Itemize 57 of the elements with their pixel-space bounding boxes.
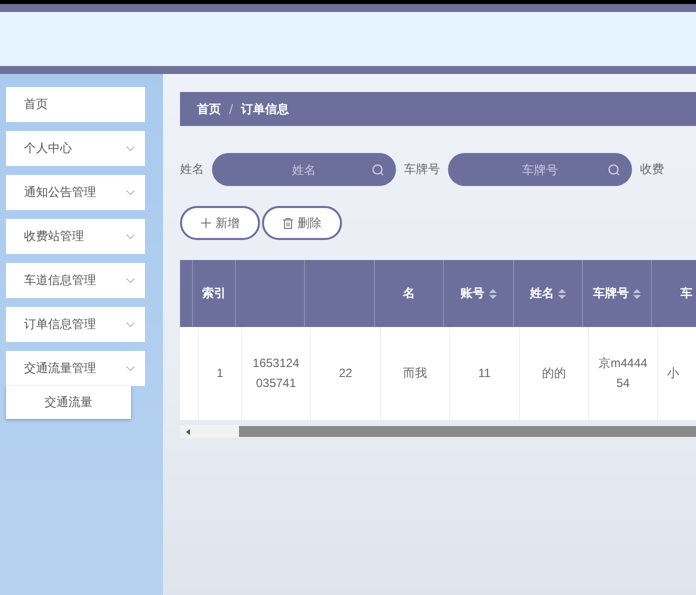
sort-icon[interactable] [633, 288, 641, 298]
submenu-item[interactable]: 交通流量 [6, 386, 131, 419]
scroll-left-icon[interactable] [186, 428, 190, 434]
add-button[interactable]: 新增 [180, 206, 260, 240]
chevron-down-icon [126, 278, 135, 283]
search-icon[interactable] [608, 164, 620, 176]
chevron-down-icon [126, 234, 135, 239]
header-label: 索引 [202, 285, 226, 302]
sidebar-label: 订单信息管理 [24, 316, 96, 333]
sidebar-label: 首页 [24, 96, 48, 113]
trash-icon [282, 218, 292, 228]
sidebar-item[interactable]: 交通流量管理 [6, 351, 145, 386]
header-label: 姓名 [530, 285, 554, 302]
sidebar-label: 交通流量管理 [24, 360, 96, 377]
sidebar-label: 车道信息管理 [24, 272, 96, 289]
table-cell: 而我 [381, 327, 450, 420]
sidebar-item[interactable]: 首页 [6, 87, 145, 122]
search-label: 收费 [640, 161, 664, 178]
header-label: 车牌号 [593, 285, 629, 302]
table-cell: 1 [199, 327, 242, 420]
chevron-down-icon [126, 366, 135, 371]
breadcrumb-separator: / [229, 102, 234, 116]
header-label: 名 [403, 285, 415, 302]
search-label: 车牌号 [404, 161, 440, 178]
table-cell: 京m444454 [589, 327, 658, 420]
table-cell: 的的 [520, 327, 589, 420]
chevron-down-icon [126, 322, 135, 327]
sort-icon[interactable] [488, 288, 496, 298]
sidebar-label: 通知公告管理 [24, 184, 96, 201]
header-label: 账号 [460, 285, 484, 302]
chevron-down-icon [126, 146, 135, 151]
sidebar-item[interactable]: 个人中心 [6, 131, 145, 166]
search-icon[interactable] [372, 164, 384, 176]
breadcrumb-item[interactable]: 首页 [197, 100, 221, 118]
table-cell: 22 [311, 327, 381, 420]
search-label: 姓名 [180, 161, 204, 178]
scrollbar[interactable] [180, 425, 696, 438]
search-field[interactable]: 车牌号 [448, 153, 632, 186]
chevron-down-icon [126, 190, 135, 195]
sort-icon[interactable] [558, 288, 566, 298]
plus-icon [200, 218, 210, 228]
column-header[interactable]: 姓名 [514, 260, 583, 327]
column-header[interactable]: 账号 [444, 260, 514, 327]
sidebar-label: 收费站管理 [24, 228, 84, 245]
table-cell: 1653124035741 [242, 327, 311, 420]
table-cell: 小 [658, 327, 696, 420]
sidebar-item[interactable]: 车道信息管理 [6, 263, 145, 298]
sidebar-item[interactable]: 通知公告管理 [6, 175, 145, 210]
header-label: 车 [680, 285, 692, 302]
sidebar-item[interactable]: 订单信息管理 [6, 307, 145, 342]
table-cell: 11 [450, 327, 520, 420]
breadcrumb-item[interactable]: 订单信息 [241, 100, 290, 118]
search-field[interactable]: 姓名 [212, 153, 396, 186]
sidebar-item[interactable]: 收费站管理 [6, 219, 145, 254]
sidebar-label: 个人中心 [24, 140, 72, 157]
delete-button[interactable]: 删除 [262, 206, 342, 240]
column-header[interactable]: 车牌号 [583, 260, 652, 327]
